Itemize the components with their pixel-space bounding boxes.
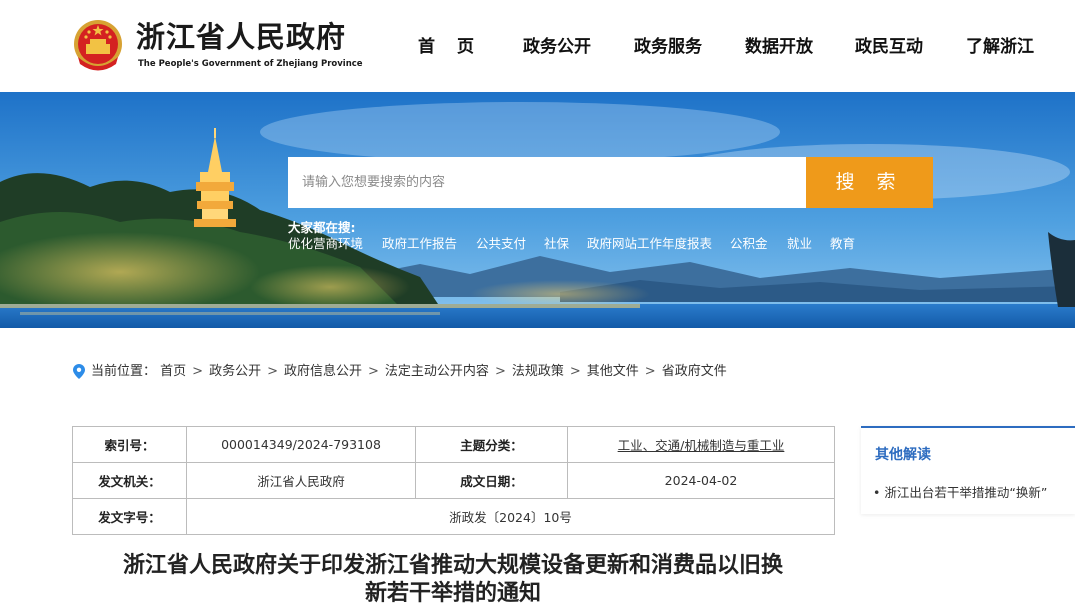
breadcrumb-item[interactable]: 政务公开 (209, 364, 261, 379)
nav-services[interactable]: 政务服务 (634, 35, 702, 59)
article-title-line: 浙江省人民政府关于印发浙江省推动大规模设备更新和消费品以旧换 (122, 553, 783, 578)
breadcrumb-separator: > (494, 364, 506, 379)
breadcrumb-separator: > (569, 364, 581, 379)
search-button[interactable]: 搜 索 (806, 157, 933, 208)
related-readings-heading: 其他解读 (875, 447, 931, 463)
breadcrumb-item[interactable]: 首页 (160, 364, 186, 379)
issuer-value: 浙江省人民政府 (186, 462, 416, 499)
breadcrumb-item[interactable]: 政府信息公开 (284, 364, 362, 379)
breadcrumb-item[interactable]: 省政府文件 (662, 364, 727, 379)
nav-home[interactable]: 首页 (418, 35, 496, 59)
nav-government-affairs[interactable]: 政务公开 (523, 35, 591, 59)
nav-open-data[interactable]: 数据开放 (745, 35, 813, 59)
breadcrumb-item[interactable]: 其他文件 (587, 364, 639, 379)
related-readings-panel: 其他解读 • 浙江出台若干举措推动“换新” (861, 426, 1075, 514)
index-value: 000014349/2024-793108 (186, 426, 416, 463)
hot-search-link[interactable]: 优化营商环境 (288, 233, 363, 252)
table-row: 索引号： 000014349/2024-793108 主题分类： 工业、交通/机… (72, 426, 835, 463)
national-emblem-icon[interactable] (72, 17, 124, 73)
search-input[interactable] (288, 157, 806, 208)
docno-value: 浙政发〔2024〕10号 (186, 498, 835, 535)
breadcrumb-separator: > (644, 364, 656, 379)
breadcrumb-item[interactable]: 法定主动公开内容 (385, 364, 489, 379)
document-meta-table: 索引号： 000014349/2024-793108 主题分类： 工业、交通/机… (72, 426, 835, 535)
table-row: 发文机关： 浙江省人民政府 成文日期： 2024-04-02 (72, 462, 835, 499)
hero-banner: 搜 索 大家都在搜: 优化营商环境 政府工作报告 公共支付 社保 政府网站工作年… (0, 92, 1075, 328)
article-title-line: 新若干举措的通知 (364, 581, 541, 606)
hot-search-link[interactable]: 政府网站工作年度报表 (587, 233, 712, 252)
hot-search-link[interactable]: 社保 (544, 233, 569, 252)
topic-link[interactable]: 工业、交通/机械制造与重工业 (618, 438, 785, 453)
article-title: 浙江省人民政府关于印发浙江省推动大规模设备更新和消费品以旧换 新若干举措的通知 (72, 552, 834, 608)
site-header: 浙江省人民政府 The People's Government of Zheji… (0, 0, 1075, 92)
hot-search-link[interactable]: 政府工作报告 (382, 233, 457, 252)
hot-search-link[interactable]: 教育 (830, 233, 855, 252)
west-lake-night-scene (0, 92, 1075, 328)
table-row: 发文字号： 浙政发〔2024〕10号 (72, 498, 835, 535)
docno-label: 发文字号： (72, 498, 187, 535)
breadcrumb-separator: > (368, 364, 379, 379)
hot-search-link[interactable]: 公积金 (730, 233, 768, 252)
issuer-label: 发文机关： (72, 462, 187, 499)
breadcrumb-prefix: 当前位置： (91, 364, 157, 379)
hot-search-link[interactable]: 就业 (787, 233, 812, 252)
bullet-icon: • (873, 485, 885, 500)
topic-label: 主题分类： (415, 426, 568, 463)
breadcrumb-item[interactable]: 法规政策 (512, 364, 564, 379)
breadcrumb-separator: > (192, 364, 204, 379)
date-label: 成文日期： (415, 462, 568, 499)
location-pin-icon (73, 364, 85, 379)
related-reading-link[interactable]: • 浙江出台若干举措推动“换新” (873, 482, 1047, 501)
breadcrumb: 当前位置： 首页 > 政务公开 > 政府信息公开 > 法定主动公开内容 > 法规政策 > 其他文件 >… (73, 362, 727, 382)
index-label: 索引号： (72, 426, 187, 463)
site-title[interactable]: 浙江省人民政府 (136, 20, 346, 54)
hot-search-link[interactable]: 公共支付 (476, 233, 526, 252)
date-value: 2024-04-02 (567, 462, 835, 499)
breadcrumb-separator: > (267, 364, 278, 379)
nav-interaction[interactable]: 政民互动 (855, 35, 923, 59)
related-reading-text: 浙江出台若干举措推动“换新” (884, 485, 1048, 500)
site-subtitle: The People's Government of Zhejiang Prov… (138, 59, 363, 69)
nav-about-zhejiang[interactable]: 了解浙江 (966, 35, 1034, 59)
